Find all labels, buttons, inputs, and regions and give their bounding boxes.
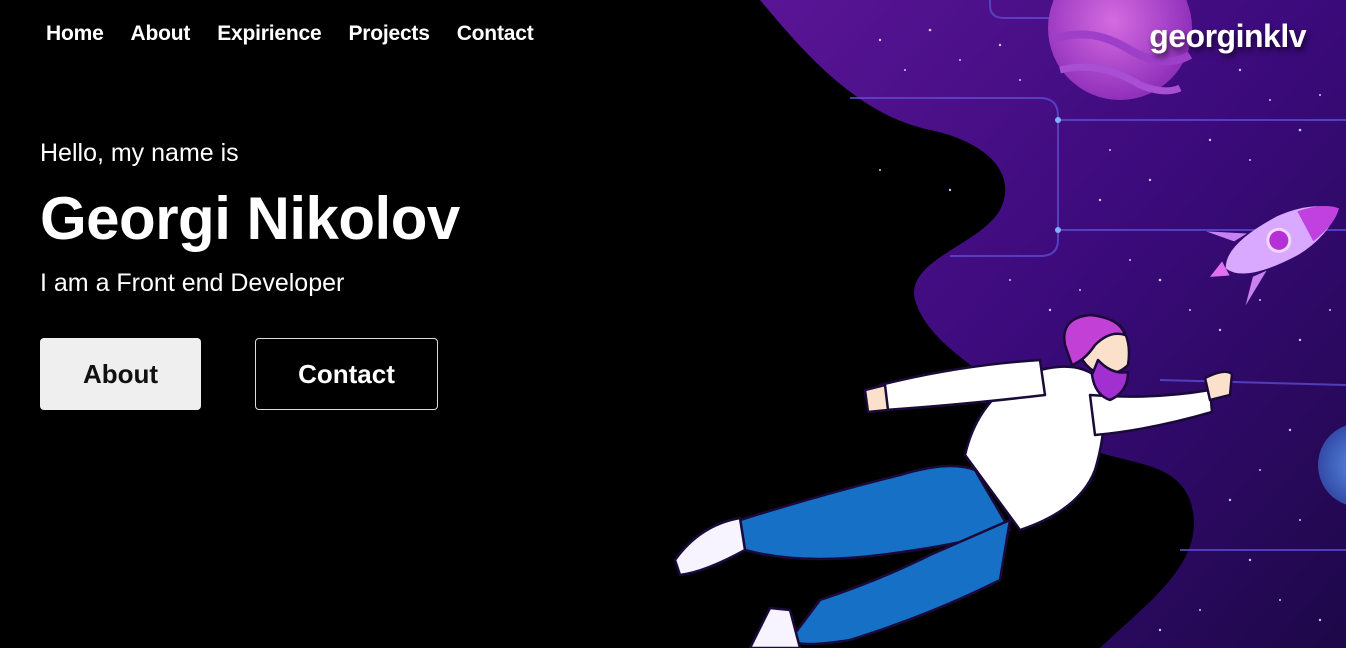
hero-role: I am a Front end Developer xyxy=(40,269,345,297)
main-nav: Home About Expirience Projects Contact xyxy=(46,22,560,46)
nav-contact-link[interactable]: Contact xyxy=(457,22,534,46)
about-button[interactable]: About xyxy=(40,338,201,410)
hero-buttons: About Contact xyxy=(40,338,460,410)
hero-name: Georgi Nikolov xyxy=(40,185,460,252)
contact-button[interactable]: Contact xyxy=(255,338,438,410)
hero-greeting: Hello, my name is xyxy=(40,139,239,167)
nav-expirience-link[interactable]: Expirience xyxy=(217,22,321,46)
hero-section: Hello, my name is Georgi Nikolov I am a … xyxy=(40,138,460,410)
brand-logo[interactable]: georginklv xyxy=(1149,18,1306,55)
nav-about-link[interactable]: About xyxy=(131,22,191,46)
nav-projects-link[interactable]: Projects xyxy=(348,22,429,46)
nav-home-link[interactable]: Home xyxy=(46,22,104,46)
